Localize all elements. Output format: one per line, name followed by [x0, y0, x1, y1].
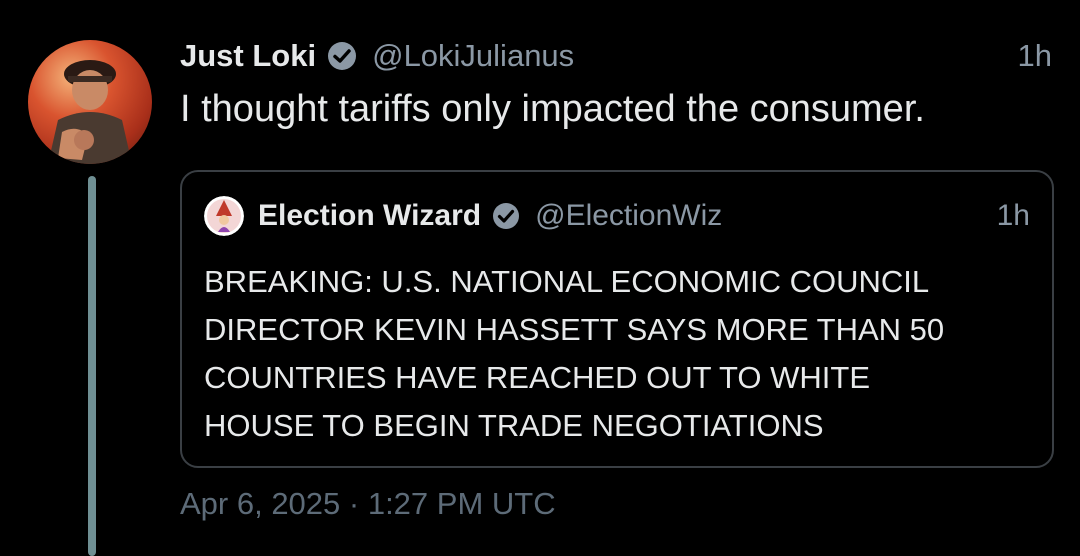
quoted-tweet[interactable]: Election Wizard @ElectionWiz 1h BREAKING… [180, 170, 1054, 468]
tweet-time[interactable]: 1h [1018, 38, 1052, 74]
quoted-tweet-text: BREAKING: U.S. NATIONAL ECONOMIC COUNCIL… [204, 258, 1032, 450]
quoted-tweet-header: Election Wizard @ElectionWiz 1h [204, 194, 1030, 238]
quoted-text-line: DIRECTOR KEVIN HASSETT SAYS MORE THAN 50 [204, 312, 945, 347]
tweet-text: I thought tariffs only impacted the cons… [180, 88, 925, 130]
quoted-text-line: BREAKING: U.S. NATIONAL ECONOMIC COUNCIL [204, 264, 930, 299]
quoted-tweet-time[interactable]: 1h [997, 199, 1030, 233]
thread-line [88, 176, 96, 556]
quoted-author-handle[interactable]: @ElectionWiz [535, 199, 722, 233]
verified-badge-icon [491, 201, 521, 231]
quoted-text-line: COUNTRIES HAVE REACHED OUT TO WHITE [204, 360, 871, 395]
quoted-author-name[interactable]: Election Wizard [258, 199, 481, 233]
profile-avatar[interactable] [28, 40, 152, 164]
author-name[interactable]: Just Loki [180, 38, 316, 74]
quoted-text-line: HOUSE TO BEGIN TRADE NEGOTIATIONS [204, 408, 824, 443]
tweet-timestamp[interactable]: Apr 6, 2025 · 1:27 PM UTC [180, 486, 556, 522]
wizard-avatar[interactable] [204, 196, 244, 236]
author-handle[interactable]: @LokiJulianus [372, 38, 574, 74]
verified-badge-icon [326, 40, 358, 72]
tweet-header: Just Loki @LokiJulianus 1h [180, 34, 1052, 78]
